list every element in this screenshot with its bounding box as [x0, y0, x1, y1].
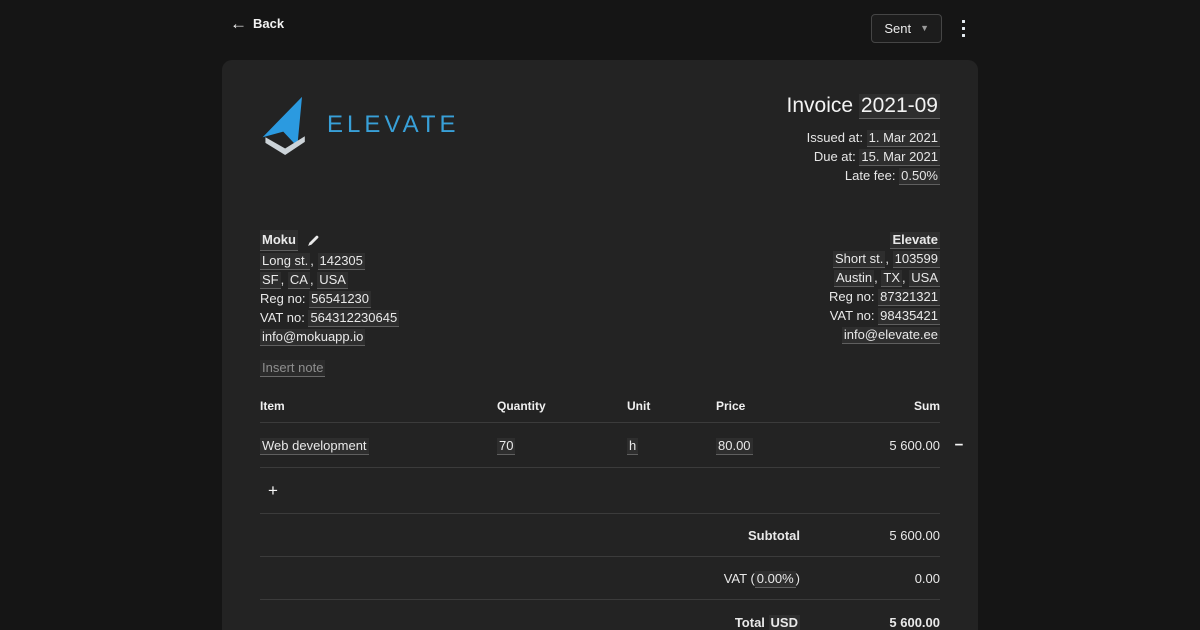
- header-item: Item: [260, 399, 497, 413]
- recipient-city-field[interactable]: Austin: [834, 270, 874, 287]
- header-unit: Unit: [627, 399, 716, 413]
- invoice-card: ELEVATE Invoice 2021-09 Issued at: 1. Ma…: [222, 60, 978, 630]
- recipient-city-line: Austin, TX, USA: [829, 268, 940, 287]
- item-name-field[interactable]: Web development: [260, 438, 369, 455]
- back-button[interactable]: ← Back: [230, 15, 284, 32]
- recipient-vat-field[interactable]: 98435421: [878, 308, 940, 325]
- invoice-number-field[interactable]: 2021-09: [859, 94, 940, 119]
- recipient-street-field[interactable]: Short st.: [833, 251, 885, 268]
- recipient-vat-line: VAT no: 98435421: [829, 306, 940, 325]
- sender-email-field[interactable]: info@mokuapp.io: [260, 329, 365, 346]
- subtotal-value: 5 600.00: [800, 528, 940, 543]
- sender-city-line: SF, CA, USA: [260, 270, 399, 289]
- sender-reg-field[interactable]: 56541230: [309, 291, 371, 308]
- add-row-button[interactable]: +: [260, 480, 286, 501]
- sender-name-field[interactable]: Moku: [260, 230, 298, 251]
- sender-email-line: info@mokuapp.io: [260, 327, 399, 346]
- total-row: Total USD 5 600.00: [260, 600, 940, 630]
- item-quantity-field[interactable]: 70: [497, 438, 515, 455]
- logo-icon: [260, 95, 314, 155]
- item-price-field[interactable]: 80.00: [716, 438, 753, 455]
- invoice-header: ELEVATE Invoice 2021-09 Issued at: 1. Ma…: [260, 93, 940, 185]
- header-quantity: Quantity: [497, 399, 627, 413]
- sender-country-field[interactable]: USA: [317, 272, 348, 289]
- invoice-title: Invoice 2021-09: [787, 93, 940, 119]
- company-logo: ELEVATE: [260, 95, 459, 155]
- header-sum: Sum: [800, 399, 940, 413]
- brand-name: ELEVATE: [327, 111, 459, 139]
- line-items-table: Item Quantity Unit Price Sum Web develop…: [260, 393, 940, 630]
- chevron-down-icon: ▼: [920, 24, 929, 33]
- header-price: Price: [716, 399, 800, 413]
- recipient-reg-field[interactable]: 87321321: [878, 289, 940, 306]
- recipient-email-field[interactable]: info@elevate.ee: [842, 327, 940, 344]
- recipient-country-field[interactable]: USA: [909, 270, 940, 287]
- late-fee-field[interactable]: 0.50%: [899, 168, 940, 185]
- item-unit-field[interactable]: h: [627, 438, 638, 455]
- table-header-row: Item Quantity Unit Price Sum: [260, 393, 940, 423]
- vat-label: VAT (0.00%): [260, 571, 800, 586]
- sender-zip-field[interactable]: 142305: [318, 253, 365, 270]
- status-dropdown[interactable]: Sent ▼: [871, 14, 942, 43]
- sender-city-field[interactable]: SF: [260, 272, 281, 289]
- item-sum-value: 5 600.00: [800, 438, 940, 453]
- vat-rate-field[interactable]: 0.00%: [755, 571, 796, 588]
- sender-reg-line: Reg no: 56541230: [260, 289, 399, 308]
- total-label: Total USD: [260, 615, 800, 630]
- recipient-address-line: Short st., 103599: [829, 249, 940, 268]
- sender-street-field[interactable]: Long st.: [260, 253, 310, 270]
- recipient-reg-line: Reg no: 87321321: [829, 287, 940, 306]
- issued-at-field[interactable]: 1. Mar 2021: [867, 130, 940, 147]
- address-blocks: Moku Long st., 142305 SF, CA, USA Reg no…: [260, 230, 940, 346]
- recipient-state-field[interactable]: TX: [881, 270, 902, 287]
- recipient-block: Elevate Short st., 103599 Austin, TX, US…: [829, 230, 940, 346]
- currency-field[interactable]: USD: [769, 615, 800, 630]
- subtotal-label: Subtotal: [260, 528, 800, 543]
- recipient-name-line: Elevate: [829, 230, 940, 249]
- recipient-email-line: info@elevate.ee: [829, 325, 940, 344]
- recipient-zip-field[interactable]: 103599: [893, 251, 940, 268]
- vat-row: VAT (0.00%) 0.00: [260, 557, 940, 600]
- note-field[interactable]: Insert note: [260, 358, 325, 377]
- back-arrow-icon: ←: [230, 15, 247, 32]
- subtotal-row: Subtotal 5 600.00: [260, 514, 940, 557]
- sender-vat-field[interactable]: 564312230645: [308, 310, 399, 327]
- sender-state-field[interactable]: CA: [288, 272, 310, 289]
- edit-icon[interactable]: [307, 234, 320, 247]
- invoice-meta: Invoice 2021-09 Issued at: 1. Mar 2021 D…: [787, 93, 940, 185]
- status-dropdown-value: Sent: [884, 21, 911, 36]
- sender-block: Moku Long st., 142305 SF, CA, USA Reg no…: [260, 230, 399, 346]
- back-label: Back: [253, 16, 284, 31]
- sender-vat-line: VAT no: 564312230645: [260, 308, 399, 327]
- topbar-actions: Sent ▼: [871, 14, 968, 43]
- remove-row-button[interactable]: −: [948, 438, 970, 453]
- more-options-icon[interactable]: [959, 16, 968, 41]
- table-row: Web development 70 h 80.00 5 600.00 −: [260, 423, 940, 468]
- sender-address-line: Long st., 142305: [260, 251, 399, 270]
- total-value: 5 600.00: [800, 615, 940, 630]
- recipient-name-field[interactable]: Elevate: [890, 232, 940, 249]
- late-fee-line: Late fee: 0.50%: [787, 166, 940, 185]
- issued-at-line: Issued at: 1. Mar 2021: [787, 128, 940, 147]
- due-at-line: Due at: 15. Mar 2021: [787, 147, 940, 166]
- due-at-field[interactable]: 15. Mar 2021: [859, 149, 940, 166]
- add-row-container: +: [260, 468, 940, 514]
- vat-value: 0.00: [800, 571, 940, 586]
